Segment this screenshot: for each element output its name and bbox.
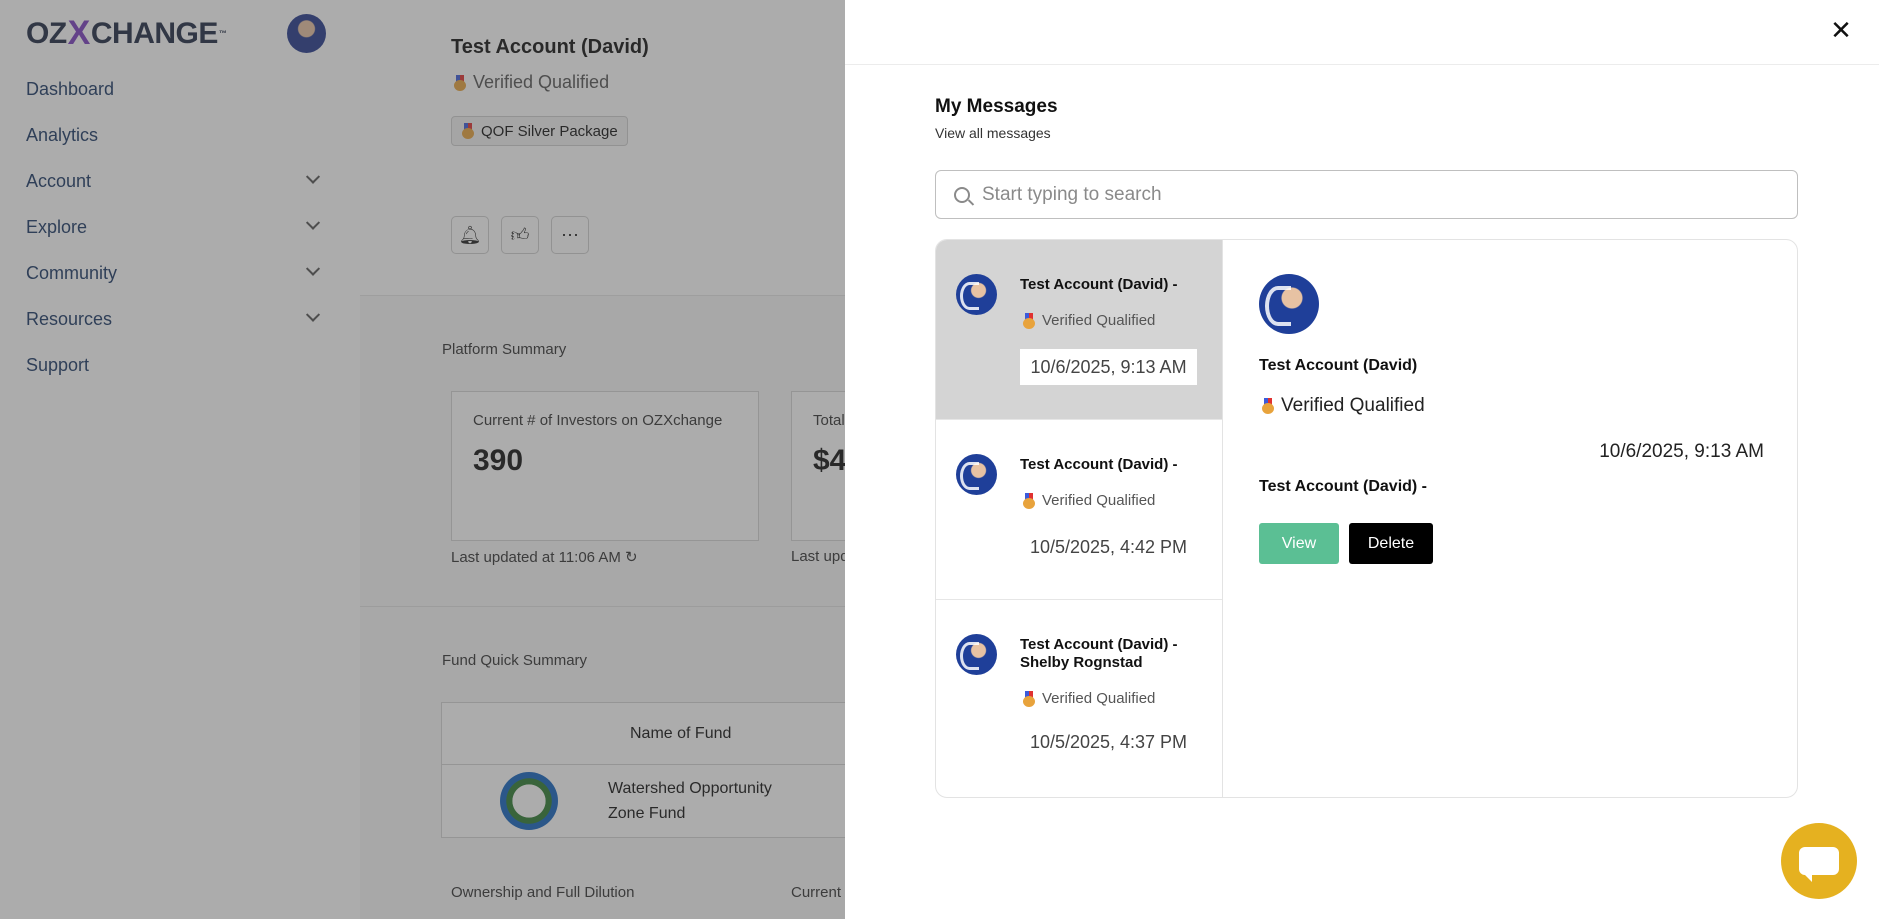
detail-date: 10/6/2025, 9:13 AM (1599, 441, 1764, 462)
verified-status: Verified Qualified (1022, 492, 1155, 509)
detail-subject: Test Account (David) - (1259, 478, 1428, 495)
detail-sender-name: Test Account (David) (1259, 357, 1418, 374)
list-item[interactable]: Test Account (David) - Verified Qualifie… (936, 240, 1222, 420)
search-icon (954, 186, 970, 203)
medal-icon (1261, 398, 1275, 414)
message-date: 10/5/2025, 4:37 PM (1029, 731, 1188, 752)
verified-label: Verified Qualified (1042, 690, 1156, 707)
message-sender: Test Account (David) - Shelby Rognstad (1020, 636, 1178, 671)
avatar (956, 274, 997, 315)
drawer-header: ✕ (845, 0, 1879, 65)
verified-status: Verified Qualified (1022, 690, 1155, 707)
message-sender: Test Account (David) - (1020, 276, 1178, 293)
message-search (935, 170, 1798, 219)
chat-bubble-icon (1799, 847, 1839, 882)
verified-status: Verified Qualified (1261, 395, 1425, 417)
verified-label: Verified Qualified (1281, 395, 1425, 416)
search-input[interactable] (982, 183, 1762, 206)
message-list: Test Account (David) - Verified Qualifie… (936, 240, 1223, 797)
message-date: 10/5/2025, 4:42 PM (1029, 536, 1188, 557)
medal-icon (1022, 492, 1036, 509)
modal-backdrop[interactable] (0, 0, 845, 919)
medal-icon (1022, 690, 1036, 707)
message-sender: Test Account (David) - (1020, 456, 1178, 473)
messages-panel: Test Account (David) - Verified Qualifie… (935, 239, 1798, 798)
verified-label: Verified Qualified (1042, 312, 1156, 329)
message-detail: Test Account (David) Verified Qualified … (1224, 240, 1797, 797)
verified-status: Verified Qualified (1022, 312, 1155, 329)
medal-icon (1022, 312, 1036, 329)
avatar (1259, 274, 1319, 334)
list-item[interactable]: Test Account (David) - Shelby Rognstad V… (936, 600, 1222, 797)
avatar (956, 454, 997, 495)
avatar (956, 634, 997, 675)
delete-button[interactable]: Delete (1349, 523, 1433, 564)
message-date: 10/6/2025, 9:13 AM (1020, 349, 1197, 385)
messages-drawer: ✕ My Messages View all messages Test Acc… (845, 0, 1879, 919)
chat-button[interactable] (1781, 823, 1857, 899)
list-item[interactable]: Test Account (David) - Verified Qualifie… (936, 420, 1222, 600)
view-button[interactable]: View (1259, 523, 1339, 564)
messages-title: My Messages (935, 96, 1058, 117)
close-icon[interactable]: ✕ (1827, 16, 1855, 44)
verified-label: Verified Qualified (1042, 492, 1156, 509)
messages-subtitle: View all messages (935, 125, 1051, 141)
